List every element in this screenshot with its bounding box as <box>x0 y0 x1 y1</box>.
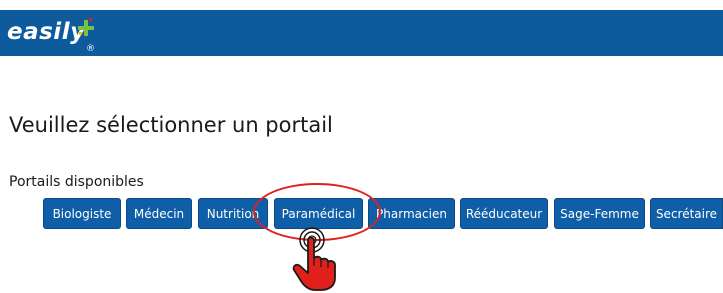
header-bar: easily ® <box>0 10 723 56</box>
tap-hand-icon <box>292 227 336 291</box>
registered-mark: ® <box>86 44 95 54</box>
portal-buttons: Biologiste Médecin Nutrition Paramédical… <box>0 198 723 231</box>
page-title: Veuillez sélectionner un portail <box>9 113 333 137</box>
portal-button-reeducateur[interactable]: Rééducateur <box>460 198 548 229</box>
portals-label: Portails disponibles <box>9 174 144 190</box>
portal-button-secretaire[interactable]: Secrétaire <box>650 198 723 229</box>
portal-selection-page: easily ® Veuillez sélectionner un portai… <box>0 0 723 293</box>
portal-button-nutrition[interactable]: Nutrition <box>198 198 268 229</box>
portal-button-paramedical[interactable]: Paramédical <box>274 198 363 229</box>
portal-button-biologiste[interactable]: Biologiste <box>43 198 121 229</box>
portal-button-medecin[interactable]: Médecin <box>126 198 192 229</box>
portal-button-sage-femme[interactable]: Sage-Femme <box>554 198 645 229</box>
portal-button-pharmacien[interactable]: Pharmacien <box>368 198 455 229</box>
logo-text: easily <box>7 19 86 45</box>
logo-star-icon <box>78 18 94 36</box>
